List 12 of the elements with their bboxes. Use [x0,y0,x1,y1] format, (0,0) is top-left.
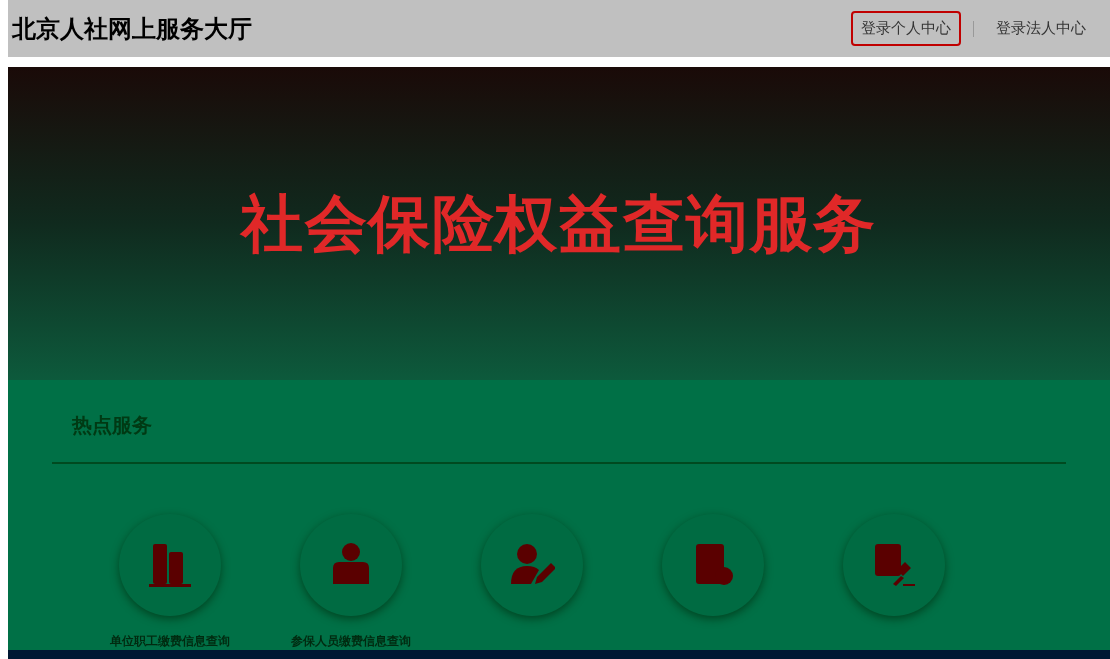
service-button[interactable] [843,514,945,616]
login-link[interactable]: 登录个人中心 [851,11,961,46]
site-title: 北京人社网上服务大厅 [12,13,252,45]
service-button[interactable] [662,514,764,616]
building-icon [147,542,193,588]
service-button[interactable] [300,514,402,616]
login-link[interactable]: 登录法人中心 [986,11,1096,46]
service-label: 参保人员缴费信息查询 [291,633,411,650]
service-button[interactable] [481,514,583,616]
banner-title: 社会保险权益查询服务 [241,186,877,262]
service-label: 单位职工缴费信息查询 [110,633,230,650]
service-button[interactable] [119,514,221,616]
